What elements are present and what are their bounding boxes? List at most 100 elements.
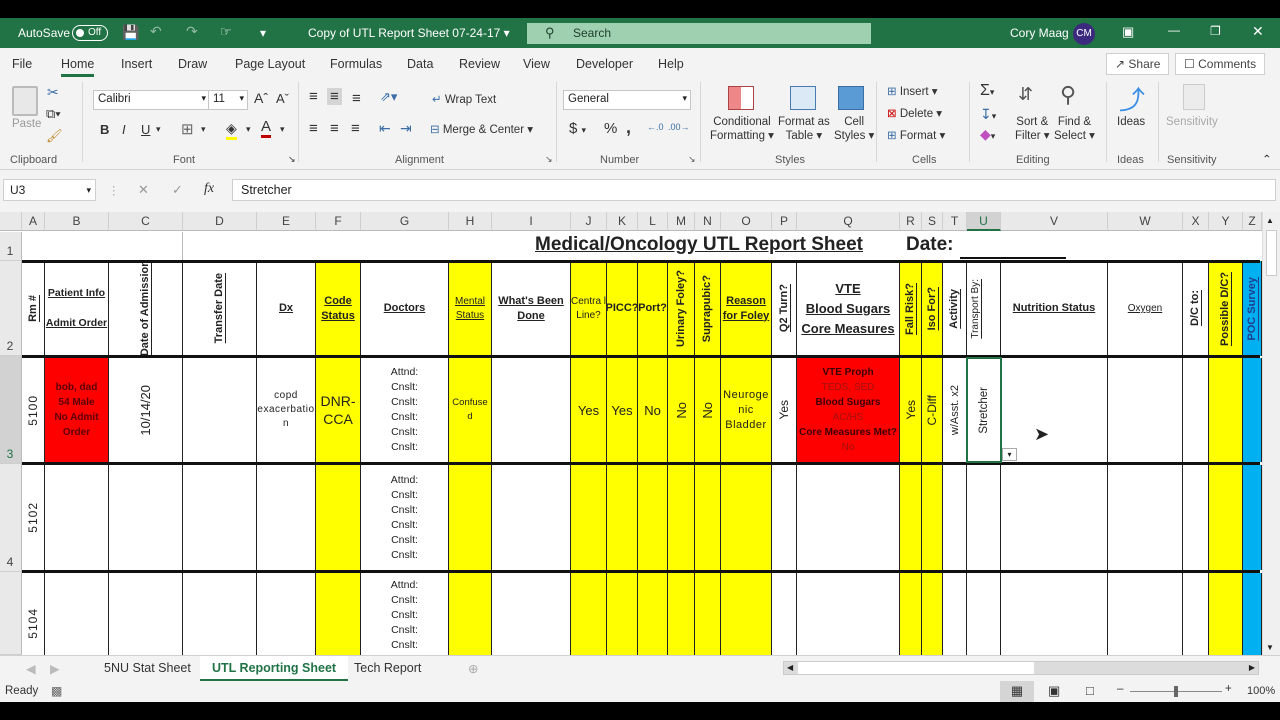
align-left-icon[interactable]: ≡ — [309, 120, 318, 137]
cell-g3[interactable]: Attnd: Cnslt: Cnslt: Cnslt: Cnslt: Cnslt: — [361, 358, 449, 462]
cell-p3[interactable]: Yes — [772, 358, 797, 462]
cell-m5[interactable] — [668, 573, 695, 655]
cell-n5[interactable] — [695, 573, 721, 655]
restore-icon[interactable]: ❐ — [1210, 24, 1221, 38]
tab-page-layout[interactable]: Page Layout — [235, 57, 305, 71]
cell-y5[interactable] — [1209, 573, 1243, 655]
tab-developer[interactable]: Developer — [576, 57, 633, 71]
column-header-l[interactable]: L — [638, 212, 668, 231]
tab-tech-report[interactable]: Tech Report — [342, 656, 433, 681]
cut-icon[interactable]: ✂ — [47, 84, 59, 101]
enter-icon[interactable]: ✓ — [172, 182, 183, 198]
cell-r3[interactable]: Yes — [900, 358, 922, 462]
zoom-slider-thumb[interactable] — [1174, 686, 1178, 697]
cell-x3[interactable] — [1183, 358, 1209, 462]
cancel-icon[interactable]: ✕ — [138, 182, 149, 198]
normal-view-icon[interactable]: ▦ — [1000, 681, 1034, 702]
tab-file[interactable]: File — [12, 57, 32, 71]
cell-d3[interactable] — [183, 358, 257, 462]
tab-utl-reporting-sheet[interactable]: UTL Reporting Sheet — [200, 656, 349, 681]
cell-r5[interactable] — [900, 573, 922, 655]
redo-icon[interactable]: ↷ — [186, 23, 198, 40]
increase-decimal-icon[interactable]: ←.0 — [647, 122, 664, 132]
clear-icon[interactable]: ◆▾ — [980, 126, 995, 143]
cell-e5[interactable] — [257, 573, 316, 655]
select-all-corner[interactable] — [0, 212, 22, 231]
cell-p5[interactable] — [772, 573, 797, 655]
column-header-q[interactable]: Q — [797, 212, 900, 231]
customize-qat-icon[interactable]: ▾ — [260, 26, 266, 40]
cell-n3[interactable]: No — [695, 358, 721, 462]
tab-data[interactable]: Data — [407, 57, 433, 71]
align-middle-icon[interactable]: ≡ — [327, 88, 342, 105]
cell-c4[interactable] — [109, 465, 183, 570]
find-select-button[interactable]: Find & Select ▾ — [1054, 116, 1095, 142]
column-header-v[interactable]: V — [1001, 212, 1108, 231]
column-header-w[interactable]: W — [1108, 212, 1183, 231]
font-launcher-icon[interactable]: ↘ — [288, 154, 296, 165]
cell-l5[interactable] — [638, 573, 668, 655]
next-sheet-icon[interactable]: ▶ — [38, 656, 72, 681]
font-name-select[interactable]: Calibri ▾ — [93, 90, 210, 110]
cell-u5[interactable] — [967, 573, 1001, 655]
cell-j4[interactable] — [571, 465, 607, 570]
column-header-n[interactable]: N — [695, 212, 721, 231]
cell-i4[interactable] — [492, 465, 571, 570]
save-icon[interactable]: 💾 — [122, 24, 139, 41]
cell-s5[interactable] — [922, 573, 943, 655]
cell-n4[interactable] — [695, 465, 721, 570]
dropdown-arrow-icon[interactable]: ▾ — [1002, 448, 1017, 461]
cell-p4[interactable] — [772, 465, 797, 570]
tab-5nu-stat-sheet[interactable]: 5NU Stat Sheet — [92, 656, 203, 681]
fill-dropdown-icon[interactable]: ▾ — [246, 124, 251, 135]
cell-f5[interactable] — [316, 573, 361, 655]
cell-z4[interactable] — [1243, 465, 1262, 570]
horizontal-scroll-thumb[interactable] — [798, 662, 1034, 674]
touch-mode-icon[interactable]: ☞ — [220, 24, 232, 40]
page-break-view-icon[interactable]: □ — [1086, 683, 1094, 698]
autosave-toggle[interactable]: Off — [72, 25, 108, 41]
cell-x5[interactable] — [1183, 573, 1209, 655]
row-header-4[interactable]: 4 — [0, 464, 22, 572]
font-color-dropdown-icon[interactable]: ▾ — [280, 124, 285, 135]
format-as-table-button[interactable]: Format as Table ▾ — [778, 116, 830, 142]
column-header-m[interactable]: M — [668, 212, 695, 231]
name-box[interactable]: U3 ▾ — [3, 179, 96, 201]
formula-input[interactable]: Stretcher — [232, 179, 1276, 201]
tab-formulas[interactable]: Formulas — [330, 57, 382, 71]
cell-i3[interactable] — [492, 358, 571, 462]
fill-color-icon[interactable]: ◈ — [226, 120, 237, 140]
underline-button[interactable]: U — [141, 122, 150, 137]
autosum-icon[interactable]: Σ▾ — [980, 82, 994, 100]
borders-dropdown-icon[interactable]: ▾ — [201, 124, 206, 135]
increase-indent-icon[interactable]: ⇥ — [400, 120, 412, 137]
cell-c5[interactable] — [109, 573, 183, 655]
decrease-indent-icon[interactable]: ⇤ — [379, 120, 391, 137]
tab-insert[interactable]: Insert — [121, 57, 152, 71]
ideas-icon[interactable]: ⤴ — [1119, 80, 1145, 117]
scroll-down-icon[interactable]: ▼ — [1266, 643, 1274, 652]
comments-button[interactable]: ☐ Comments — [1175, 53, 1266, 75]
cell-h3[interactable]: Confuse d — [449, 358, 492, 462]
cell-j5[interactable] — [571, 573, 607, 655]
cell-l4[interactable] — [638, 465, 668, 570]
paste-button[interactable]: Paste — [12, 118, 41, 130]
cell-t5[interactable] — [943, 573, 967, 655]
paste-icon[interactable] — [12, 86, 38, 116]
cell-q4[interactable] — [797, 465, 900, 570]
cell-s4[interactable] — [922, 465, 943, 570]
zoom-in-icon[interactable]: + — [1225, 683, 1232, 695]
page-layout-view-icon[interactable]: ▣ — [1048, 683, 1060, 699]
scroll-left-icon[interactable]: ◀ — [784, 662, 796, 673]
format-cells-button[interactable]: ⊞ Format ▾ — [887, 128, 945, 142]
align-right-icon[interactable]: ≡ — [351, 120, 360, 137]
font-color-icon[interactable]: A — [261, 118, 272, 138]
copy-icon[interactable]: ⧉▾ — [46, 106, 61, 122]
align-top-icon[interactable]: ≡ — [309, 88, 318, 105]
cell-q3[interactable]: VTE Proph TEDS, SED Blood Sugars AC/HS Core … — [797, 358, 900, 462]
number-format-select[interactable]: General ▾ — [563, 90, 691, 110]
zoom-out-icon[interactable]: – — [1117, 683, 1123, 695]
cell-y4[interactable] — [1209, 465, 1243, 570]
percent-button[interactable]: % — [604, 120, 617, 137]
cell-k4[interactable] — [607, 465, 638, 570]
